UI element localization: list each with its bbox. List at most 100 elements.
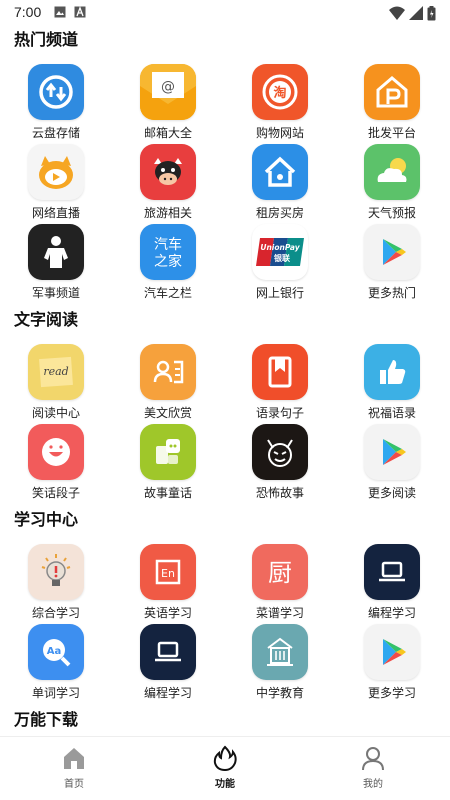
- tile-text: Aa: [47, 646, 62, 657]
- app-fairy-tales[interactable]: 故事童话: [112, 424, 224, 504]
- taobao-icon: 淘: [252, 64, 308, 120]
- app-label: 笑话段子: [31, 486, 80, 500]
- app-label: 编程学习: [143, 686, 192, 700]
- app-quotes[interactable]: 语录句子: [224, 344, 336, 424]
- tile-text: 银联: [273, 253, 290, 263]
- thumbs-up-icon: [364, 344, 420, 400]
- app-jokes[interactable]: 笑话段子: [0, 424, 112, 504]
- app-label: 阅读中心: [31, 406, 80, 420]
- font-icon: [74, 6, 86, 18]
- app-label: 邮箱大全: [143, 126, 192, 140]
- app-essays[interactable]: 美文欣赏: [112, 344, 224, 424]
- play-store-icon: [364, 424, 420, 480]
- battery-icon: [427, 5, 436, 20]
- bottom-nav: 首页 功能 我的: [0, 736, 450, 800]
- app-live-stream[interactable]: 网络直播: [0, 144, 112, 224]
- smile-icon: [28, 424, 84, 480]
- app-programming[interactable]: 编程学习: [336, 544, 448, 624]
- app-shopping[interactable]: 淘 购物网站: [224, 64, 336, 144]
- app-weather[interactable]: 天气预报: [336, 144, 448, 224]
- tile-text: 之家: [154, 253, 182, 270]
- app-more-reading[interactable]: 更多阅读: [336, 424, 448, 504]
- mail-icon: @: [140, 64, 196, 120]
- weather-icon: [364, 144, 420, 200]
- app-middle-school[interactable]: 中学教育: [224, 624, 336, 704]
- app-label: 编程学习: [367, 606, 416, 620]
- app-label: 购物网站: [255, 126, 304, 140]
- status-time: 7:00: [14, 4, 42, 20]
- user-icon: [362, 747, 384, 771]
- home-icon: [64, 748, 84, 769]
- play-store-icon: [364, 224, 420, 280]
- nav-label-functions: 功能: [215, 779, 235, 790]
- app-label: 综合学习: [31, 606, 80, 620]
- app-label: 旅游相关: [143, 206, 192, 220]
- dictionary-search-icon: Aa: [28, 624, 84, 680]
- story-icon: [140, 424, 196, 480]
- soldier-icon: [28, 224, 84, 280]
- wifi-icon: [389, 6, 405, 20]
- kitchen-icon: 厨: [252, 544, 308, 600]
- app-more-hot[interactable]: 更多热门: [336, 224, 448, 304]
- app-more-study[interactable]: 更多学习: [336, 624, 448, 704]
- image-icon: [54, 6, 66, 18]
- app-label: 语录句子: [255, 406, 304, 420]
- app-label: 天气预报: [367, 206, 416, 220]
- app-label: 更多热门: [367, 286, 416, 300]
- app-horror-stories[interactable]: 恐怖故事: [224, 424, 336, 504]
- status-bar: 7:00: [0, 0, 450, 26]
- app-military[interactable]: 军事频道: [0, 224, 112, 304]
- play-store-icon: [364, 624, 420, 680]
- section-title-learning: 学习中心: [14, 510, 79, 529]
- app-recipes[interactable]: 厨 菜谱学习: [224, 544, 336, 624]
- nav-label-profile: 我的: [363, 779, 383, 790]
- app-label: 恐怖故事: [255, 486, 304, 500]
- app-programming-2[interactable]: 编程学习: [112, 624, 224, 704]
- tile-text: UnionPay: [260, 243, 300, 252]
- app-mail[interactable]: @ 邮箱大全: [112, 64, 224, 144]
- car-home-icon: 汽车 之家: [140, 224, 196, 280]
- app-wholesale[interactable]: 批发平台: [336, 64, 448, 144]
- devil-icon: [252, 424, 308, 480]
- nav-functions[interactable]: 功能: [185, 745, 265, 790]
- tile-text: read: [43, 365, 68, 378]
- app-label: 云盘存储: [31, 126, 80, 140]
- warehouse-icon: [364, 64, 420, 120]
- app-english[interactable]: En 英语学习: [112, 544, 224, 624]
- english-icon: En: [140, 544, 196, 600]
- app-vocabulary[interactable]: Aa 单词学习: [0, 624, 112, 704]
- live-mascot-icon: [28, 144, 84, 200]
- house-icon: [252, 144, 308, 200]
- cloud-sync-icon: [28, 64, 84, 120]
- app-label: 单词学习: [31, 686, 80, 700]
- section-title-hot: 热门频道: [14, 30, 79, 49]
- read-note-icon: read: [28, 344, 84, 400]
- app-online-bank[interactable]: UnionPay 银联 网上银行: [224, 224, 336, 304]
- app-reading-center[interactable]: read 阅读中心: [0, 344, 112, 424]
- laptop-icon: [364, 544, 420, 600]
- section-title-reading: 文字阅读: [14, 310, 79, 329]
- school-icon: [252, 624, 308, 680]
- tile-text: 厨: [268, 559, 292, 587]
- app-blessings[interactable]: 祝福语录: [336, 344, 448, 424]
- app-label: 汽车之栏: [143, 286, 192, 300]
- nav-home[interactable]: 首页: [34, 745, 114, 790]
- nav-profile[interactable]: 我的: [333, 745, 413, 790]
- section-title-downloads: 万能下载: [14, 710, 79, 729]
- svg-text:@: @: [161, 79, 175, 95]
- nav-label-home: 首页: [64, 779, 84, 790]
- app-label: 菜谱学习: [255, 606, 304, 620]
- content-scroll[interactable]: 热门频道 云盘存储 @ 邮箱大全 淘 购物网站 批发平台 网络直播 旅游相关 租…: [0, 26, 450, 736]
- unionpay-icon: UnionPay 银联: [252, 224, 308, 280]
- tile-text: 汽车: [154, 236, 182, 253]
- signal-icon: [409, 6, 423, 20]
- app-label: 更多阅读: [367, 486, 416, 500]
- app-travel[interactable]: 旅游相关: [112, 144, 224, 224]
- app-car[interactable]: 汽车 之家 汽车之栏: [112, 224, 224, 304]
- app-general-study[interactable]: 综合学习: [0, 544, 112, 624]
- cow-mascot-icon: [140, 144, 196, 200]
- app-real-estate[interactable]: 租房买房: [224, 144, 336, 224]
- app-cloud-storage[interactable]: 云盘存储: [0, 64, 112, 144]
- bulb-icon: [28, 544, 84, 600]
- app-label: 中学教育: [255, 686, 304, 700]
